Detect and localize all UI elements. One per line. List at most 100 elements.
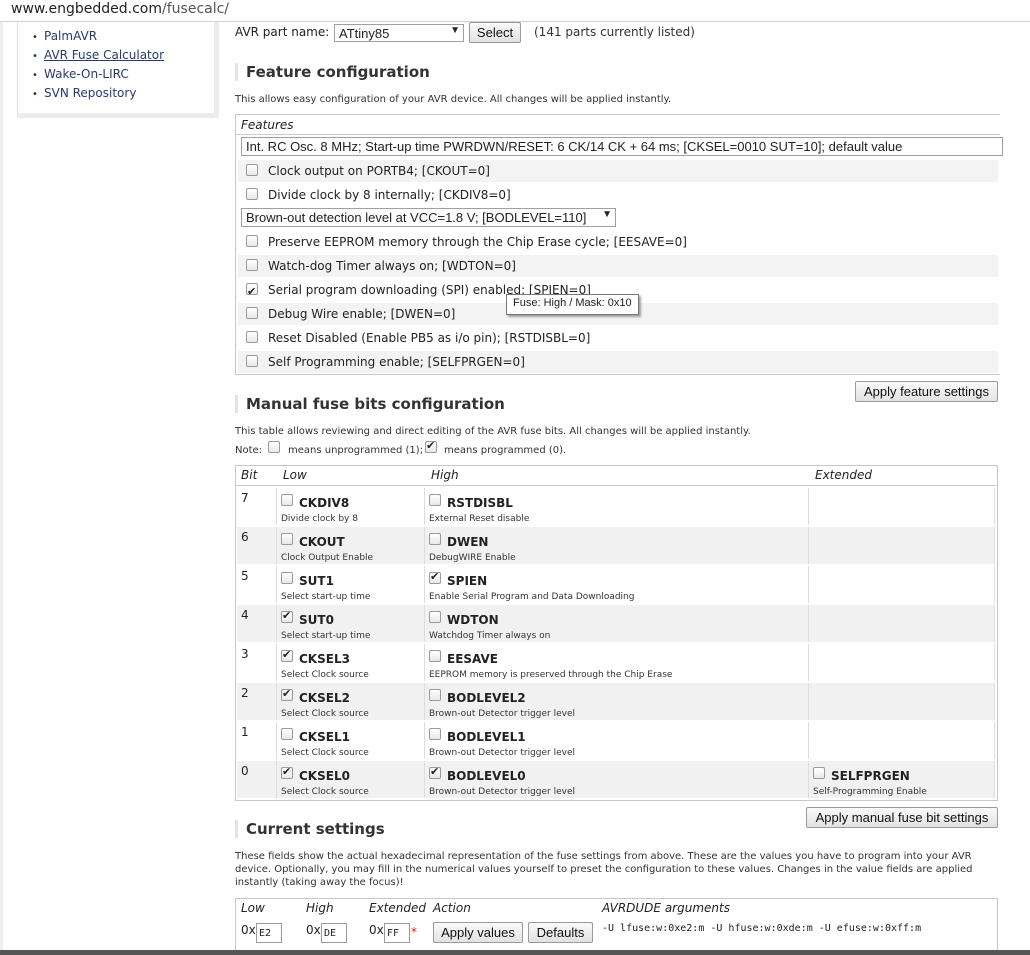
url-host: www.engbedded.com bbox=[11, 1, 163, 17]
selfprgen-checkbox[interactable] bbox=[246, 355, 258, 367]
cksel1-checkbox[interactable] bbox=[281, 728, 293, 740]
sut0-checkbox[interactable] bbox=[281, 609, 293, 623]
feature-row-wdton[interactable]: Watch-dog Timer always on; [WDTON=0] bbox=[238, 255, 998, 277]
ckdiv8-checkbox[interactable] bbox=[281, 494, 293, 506]
fuse-bit-name: SUT1 bbox=[299, 574, 334, 588]
fuse-bit-description: Brown-out Detector trigger level bbox=[429, 709, 575, 719]
sidebar-link-label[interactable]: AVR Fuse Calculator bbox=[44, 48, 164, 62]
fuse-bit-description: Select start-up time bbox=[281, 631, 371, 641]
feature-label: Preserve EEPROM memory through the Chip … bbox=[268, 235, 687, 249]
sidebar-link-label[interactable]: PalmAVR bbox=[44, 29, 97, 43]
high-cell: DWEN DebugWIRE Enable bbox=[425, 527, 809, 564]
eesave-checkbox[interactable] bbox=[429, 650, 441, 662]
fuse-bit-description: EEPROM memory is preserved through the C… bbox=[429, 670, 673, 680]
bit-number: 6 bbox=[241, 530, 249, 544]
fuse-bit-description: External Reset disable bbox=[429, 514, 530, 524]
fuse-bit-name: BODLEVEL2 bbox=[447, 691, 526, 705]
bit-number: 0 bbox=[241, 764, 249, 778]
high-cell: EESAVE EEPROM memory is preserved through… bbox=[425, 644, 809, 681]
sidebar-item-wake-on-lirc[interactable]: • Wake-On-LIRC bbox=[32, 65, 214, 84]
feature-config-heading: Feature configuration bbox=[235, 63, 430, 81]
cksel2-checkbox[interactable] bbox=[281, 687, 293, 701]
fuse-row: 0 CKSEL0 Select Clock source BODLEVEL0 Brown… bbox=[237, 761, 995, 798]
high-hex-prefix: 0x bbox=[306, 923, 321, 937]
feature-row-eesave[interactable]: Preserve EEPROM memory through the Chip … bbox=[238, 231, 998, 253]
col-header-bit: Bit bbox=[236, 466, 278, 486]
sidebar-item-palmavr[interactable]: • PalmAVR bbox=[32, 27, 214, 46]
fuse-bit-description: Select Clock source bbox=[281, 709, 369, 719]
sut1-checkbox[interactable] bbox=[281, 572, 293, 584]
bit-number: 7 bbox=[241, 491, 249, 505]
sidebar-item-svn-repository[interactable]: • SVN Repository bbox=[32, 84, 214, 103]
bit-number: 2 bbox=[241, 686, 249, 700]
fuse-bit-description: Watchdog Timer always on bbox=[429, 631, 551, 641]
wdton-checkbox[interactable] bbox=[246, 259, 258, 271]
extended-cell bbox=[809, 488, 995, 525]
cur-col-extended: Extended bbox=[369, 901, 426, 915]
address-bar[interactable]: www.engbedded.com/fusecalc/ bbox=[0, 0, 1030, 22]
spien-checkbox[interactable] bbox=[429, 570, 441, 584]
high-cell: WDTON Watchdog Timer always on bbox=[425, 605, 809, 642]
fuse-bit-name: SELFPRGEN bbox=[831, 769, 910, 783]
modified-marker: * bbox=[411, 925, 417, 939]
high-cell: SPIEN Enable Serial Program and Data Down… bbox=[425, 566, 809, 603]
cur-col-avrdude: AVRDUDE arguments bbox=[602, 901, 730, 915]
sidebar-link-label[interactable]: Wake-On-LIRC bbox=[44, 67, 129, 81]
parts-count-text: (141 parts currently listed) bbox=[534, 25, 695, 39]
selfprgen-checkbox[interactable] bbox=[813, 767, 825, 779]
fuse-bit-name: RSTDISBL bbox=[447, 496, 513, 510]
high-fuse-input[interactable]: DE bbox=[321, 923, 347, 943]
bodlevel2-checkbox[interactable] bbox=[429, 689, 441, 701]
high-cell: BODLEVEL1 Brown-out Detector trigger leve… bbox=[425, 722, 809, 759]
fuse-row: 1 CKSEL1 Select Clock source BODLEVEL1 Brown… bbox=[237, 722, 995, 759]
defaults-button[interactable]: Defaults bbox=[528, 922, 593, 943]
low-cell: CKSEL1 Select Clock source bbox=[277, 722, 425, 759]
bodlevel0-checkbox[interactable] bbox=[429, 765, 441, 779]
sidebar-item-avr-fuse-calculator[interactable]: • AVR Fuse Calculator bbox=[32, 46, 214, 65]
cksel3-checkbox[interactable] bbox=[281, 648, 293, 662]
ckout-checkbox[interactable] bbox=[246, 164, 258, 176]
left-border bbox=[0, 22, 3, 955]
low-fuse-input[interactable]: E2 bbox=[256, 923, 282, 943]
sidebar-link-label[interactable]: SVN Repository bbox=[44, 86, 136, 100]
ckdiv8-checkbox[interactable] bbox=[246, 188, 258, 200]
bod-level-select[interactable]: Brown-out detection level at VCC=1.8 V; … bbox=[241, 208, 616, 227]
fuse-row: 3 CKSEL3 Select Clock source EESAVE EEPROM m… bbox=[237, 644, 995, 681]
bit-cell: 2 bbox=[237, 683, 277, 720]
apply-feature-settings-button[interactable]: Apply feature settings bbox=[855, 381, 998, 402]
bit-number: 1 bbox=[241, 725, 249, 739]
dwen-checkbox[interactable] bbox=[246, 307, 258, 319]
feature-row-ckout[interactable]: Clock output on PORTB4; [CKOUT=0] bbox=[238, 160, 998, 182]
part-select[interactable]: ATtiny85 ▼ bbox=[334, 24, 464, 42]
apply-manual-fuse-button[interactable]: Apply manual fuse bit settings bbox=[806, 807, 998, 828]
fuse-bit-name: SUT0 bbox=[299, 613, 334, 627]
feature-label: Divide clock by 8 internally; [CKDIV8=0] bbox=[268, 188, 511, 202]
extended-cell bbox=[809, 566, 995, 603]
bodlevel1-checkbox[interactable] bbox=[429, 728, 441, 740]
extended-fuse-input[interactable]: FF bbox=[384, 923, 410, 943]
select-part-button[interactable]: Select bbox=[469, 22, 521, 43]
eesave-checkbox[interactable] bbox=[246, 235, 258, 247]
high-cell: RSTDISBL External Reset disable bbox=[425, 488, 809, 525]
rstdisbl-checkbox[interactable] bbox=[429, 494, 441, 506]
clock-source-select[interactable]: Int. RC Osc. 8 MHz; Start-up time PWRDWN… bbox=[241, 137, 1003, 156]
fuse-row: 4 SUT0 Select start-up time WDTON Watchdog T… bbox=[237, 605, 995, 642]
feature-row-ckdiv8[interactable]: Divide clock by 8 internally; [CKDIV8=0] bbox=[238, 184, 998, 206]
col-header-high: High bbox=[426, 466, 810, 486]
ckout-checkbox[interactable] bbox=[281, 533, 293, 545]
cur-col-high: High bbox=[306, 901, 334, 915]
low-cell: CKSEL3 Select Clock source bbox=[277, 644, 425, 681]
rstdisbl-checkbox[interactable] bbox=[246, 331, 258, 343]
apply-values-button[interactable]: Apply values bbox=[433, 922, 523, 943]
dwen-checkbox[interactable] bbox=[429, 533, 441, 545]
cksel0-checkbox[interactable] bbox=[281, 765, 293, 779]
feature-row-rstdisbl[interactable]: Reset Disabled (Enable PB5 as i/o pin); … bbox=[238, 327, 998, 349]
spien-checkbox[interactable] bbox=[246, 281, 258, 303]
extended-cell: SELFPRGEN Self-Programming Enable bbox=[809, 761, 995, 798]
fuse-bit-name: SPIEN bbox=[447, 574, 488, 588]
col-header-low: Low bbox=[278, 466, 428, 486]
feature-row-selfprgen[interactable]: Self Programming enable; [SELFPRGEN=0] bbox=[238, 351, 998, 373]
manual-fuse-heading: Manual fuse bits configuration bbox=[235, 395, 505, 413]
bit-cell: 4 bbox=[237, 605, 277, 642]
wdton-checkbox[interactable] bbox=[429, 611, 441, 623]
